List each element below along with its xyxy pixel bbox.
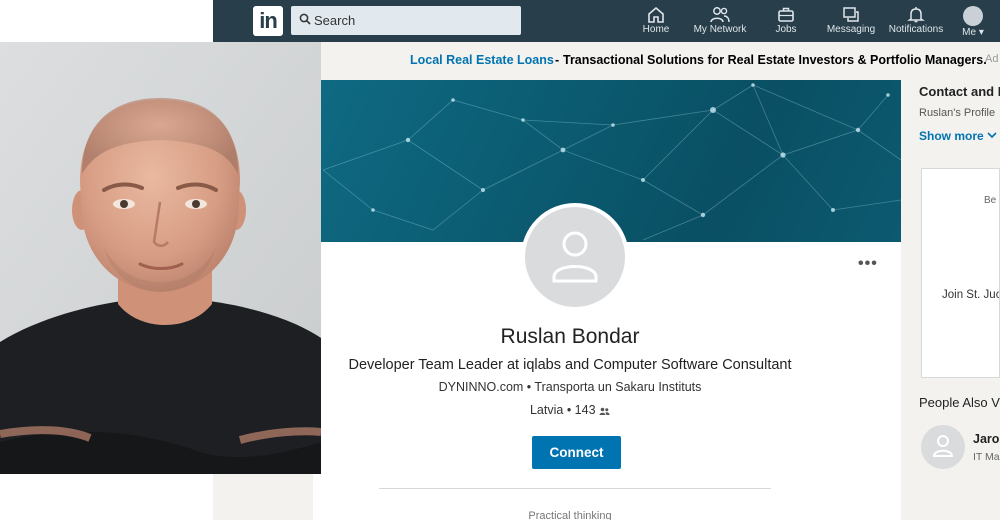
profile-headline: Developer Team Leader at iqlabs and Comp… — [348, 357, 792, 373]
nav-messaging-label: Messaging — [826, 24, 876, 35]
nav-my-network[interactable]: My Network — [685, 4, 755, 40]
search-input[interactable]: Search — [291, 6, 521, 35]
nav-my-network-label: My Network — [693, 24, 747, 35]
connections-icon — [599, 407, 610, 415]
people-also-viewed-title: People Also V — [919, 395, 1000, 410]
nav-notifications-label: Notifications — [888, 24, 944, 35]
nav-home[interactable]: Home — [621, 4, 691, 40]
sidebar-ad-heading: Be t — [984, 195, 999, 206]
profile-avatar[interactable] — [521, 203, 629, 311]
contact-info-panel: Contact and I Ruslan's Profile Show more — [919, 84, 1000, 154]
top-navigation-bar: in Search Home My Network Jobs Messaging… — [213, 0, 1000, 42]
home-icon — [648, 6, 664, 23]
people-also-viewed-role: IT Ma — [973, 451, 1000, 463]
ad-tag: Ad — [985, 53, 999, 65]
avatar-icon — [963, 6, 983, 26]
chat-icon — [843, 7, 859, 22]
composite-image: in Search Home My Network Jobs Messaging… — [0, 0, 1000, 520]
people-icon — [710, 7, 730, 23]
connect-button[interactable]: Connect — [532, 436, 621, 469]
chevron-down-icon — [987, 132, 997, 139]
person-placeholder-icon — [552, 231, 598, 283]
nav-jobs-label: Jobs — [775, 24, 797, 35]
ad-link[interactable]: Local Real Estate Loans — [410, 53, 554, 67]
profile-url-label: Ruslan's Profile — [919, 107, 996, 119]
ad-banner: Local Real Estate Loans - Transactional … — [213, 52, 1000, 70]
divider — [379, 488, 771, 489]
profile-summary-preview: Practical thinking — [528, 510, 612, 520]
profile-connections[interactable]: 143 — [575, 403, 596, 417]
ad-separator: - — [555, 53, 560, 67]
people-also-viewed-name[interactable]: Jaro — [973, 432, 999, 446]
profile-location-connections: Latvia • 143 — [313, 403, 827, 417]
linkedin-logo[interactable]: in — [253, 6, 283, 36]
bullet-separator: • — [566, 403, 575, 417]
briefcase-icon — [778, 7, 794, 22]
nav-jobs[interactable]: Jobs — [751, 4, 821, 40]
sidebar-ad[interactable]: Be t Join St. Juc — [921, 168, 1000, 378]
avatar[interactable] — [921, 425, 965, 469]
person-placeholder-icon — [932, 435, 954, 457]
ad-description: Transactional Solutions for Real Estate … — [563, 53, 987, 67]
contact-info-title: Contact and I — [919, 84, 1000, 99]
portrait-illustration — [0, 42, 321, 474]
profile-location: Latvia — [529, 403, 564, 417]
nav-notifications[interactable]: Notifications — [881, 4, 951, 40]
show-more-link[interactable]: Show more — [919, 129, 1000, 143]
sidebar-ad-text: Join St. Juc — [942, 289, 1000, 301]
show-more-label: Show more — [919, 129, 984, 143]
nav-messaging[interactable]: Messaging — [816, 4, 886, 40]
profile-company-education: DYNINNO.com • Transporta un Sakaru Insti… — [438, 380, 702, 394]
bell-icon — [907, 7, 925, 23]
profile-card: ••• Ruslan Bondar Developer Team Leader … — [313, 80, 901, 520]
search-placeholder: Search — [314, 13, 356, 28]
nav-me-label: Me ▾ — [962, 27, 984, 38]
portrait-photo — [0, 42, 321, 474]
profile-name: Ruslan Bondar — [500, 325, 640, 348]
search-icon — [299, 13, 311, 25]
linkedin-profile-screenshot: in Search Home My Network Jobs Messaging… — [213, 0, 1000, 520]
more-actions-icon[interactable]: ••• — [858, 255, 878, 273]
nav-home-label: Home — [642, 24, 670, 35]
nav-me[interactable]: Me ▾ — [946, 4, 1000, 40]
